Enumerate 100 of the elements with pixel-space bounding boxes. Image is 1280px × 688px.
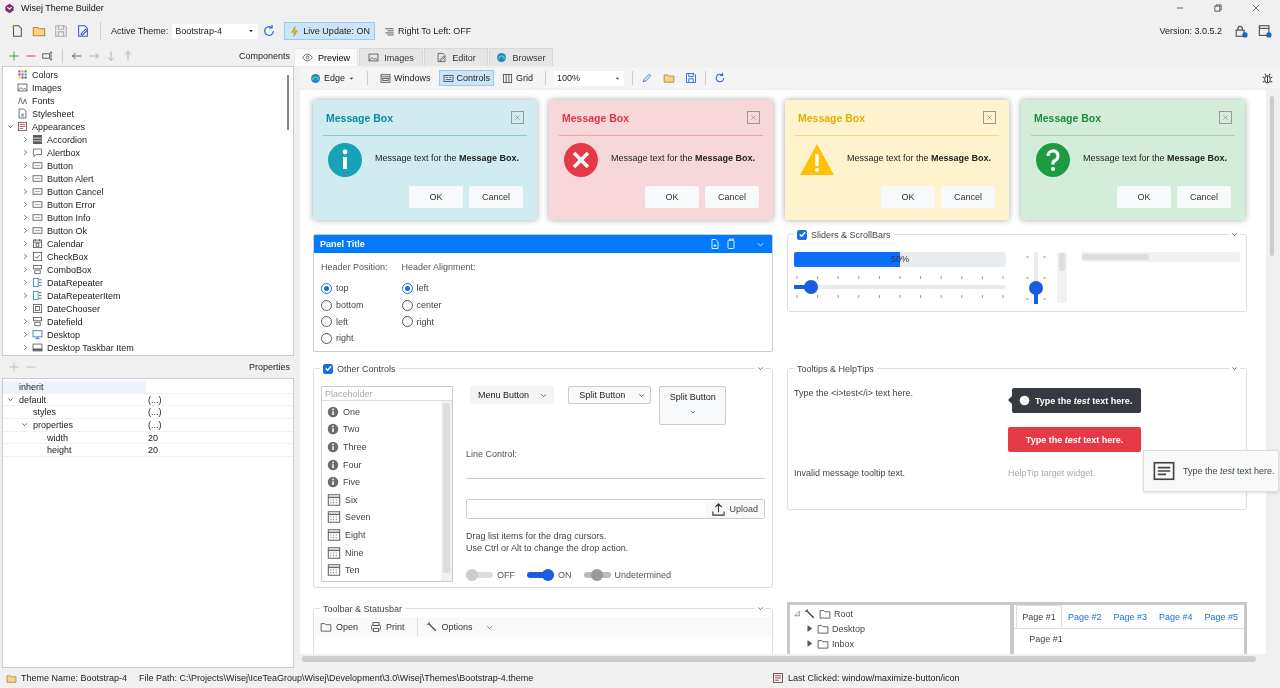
upload-field[interactable]: Upload xyxy=(466,499,765,519)
slider[interactable] xyxy=(794,275,1006,299)
tree-item[interactable]: Desktop xyxy=(32,329,81,340)
menu-button[interactable]: Menu Button xyxy=(470,386,555,404)
theme-dropdown[interactable]: Bootstrap-4 xyxy=(172,23,259,39)
toolbar-button[interactable]: Open xyxy=(320,621,365,633)
list-item[interactable]: Seven xyxy=(322,508,442,527)
chevron-icon[interactable] xyxy=(21,343,30,352)
list-item[interactable]: Six xyxy=(322,490,442,509)
close-icon[interactable] xyxy=(1251,3,1261,13)
vertical-slider[interactable] xyxy=(1024,252,1048,304)
tree-item[interactable]: Inbox xyxy=(817,636,855,651)
list-box[interactable]: Placeholder One Two Three Four Five Six Seven Eight Nine Ten xyxy=(321,386,454,582)
tree-item[interactable]: Accordion xyxy=(32,134,88,145)
property-name[interactable]: width xyxy=(3,431,146,444)
save-icon[interactable] xyxy=(54,24,68,38)
checkbox[interactable] xyxy=(323,363,333,374)
toggle-switch[interactable] xyxy=(527,569,555,581)
refresh-icon[interactable] xyxy=(262,24,277,38)
property-name[interactable]: styles xyxy=(3,406,146,419)
tree-item[interactable]: Button xyxy=(32,160,74,171)
view-button[interactable]: Controls xyxy=(438,70,495,86)
tab[interactable]: Page #1 xyxy=(1016,605,1062,628)
tree-item[interactable]: ComboBox xyxy=(32,264,92,275)
slider-thumb[interactable] xyxy=(1029,281,1043,296)
folder-icon[interactable] xyxy=(32,24,46,38)
folder-icon[interactable] xyxy=(663,72,676,84)
tree-item[interactable]: Fonts xyxy=(17,95,55,106)
cancel-button[interactable]: Cancel xyxy=(1177,186,1231,208)
copy-icon[interactable] xyxy=(725,238,737,250)
new-file-icon[interactable] xyxy=(10,24,24,38)
tree-item[interactable]: Button Error xyxy=(32,199,96,210)
chevron-icon[interactable] xyxy=(21,226,30,235)
close-button[interactable] xyxy=(983,111,996,124)
pen-icon[interactable] xyxy=(641,72,654,84)
tree-item[interactable]: Button Alert xyxy=(32,173,94,184)
chevron-icon[interactable] xyxy=(21,330,30,339)
tree-item[interactable]: Desktop Taskbar Item xyxy=(32,342,134,353)
property-name[interactable]: default xyxy=(3,393,146,406)
scrollbar[interactable] xyxy=(1081,252,1240,262)
tree-item[interactable]: Images xyxy=(17,82,62,93)
close-button[interactable] xyxy=(1219,111,1232,124)
tree-item[interactable]: Stylesheet xyxy=(17,108,75,119)
save-icon[interactable] xyxy=(685,72,698,84)
bug-icon[interactable] xyxy=(1261,71,1274,85)
zoom-dropdown[interactable]: 100% xyxy=(554,70,625,86)
list-item[interactable]: Two xyxy=(322,420,442,439)
close-button[interactable] xyxy=(511,111,524,124)
triangle-icon[interactable] xyxy=(805,639,814,648)
list-item[interactable]: Three xyxy=(322,438,442,456)
restore-icon[interactable] xyxy=(1213,3,1223,13)
toggle-switch[interactable] xyxy=(466,569,494,581)
filter-field[interactable]: Placeholder xyxy=(322,387,453,401)
chevron-icon[interactable] xyxy=(21,252,30,261)
scrollbar[interactable] xyxy=(441,401,453,581)
tree-item[interactable]: Button Cancel xyxy=(32,186,104,197)
lock-icon[interactable] xyxy=(1234,24,1248,38)
list-item[interactable]: Four xyxy=(322,455,442,474)
chevron-icon[interactable] xyxy=(21,161,30,170)
chevron-icon[interactable] xyxy=(21,317,30,326)
toolbar-button[interactable]: Options xyxy=(425,621,500,633)
property-name[interactable]: height xyxy=(3,444,146,457)
ok-button[interactable]: OK xyxy=(645,186,699,208)
chevron-icon[interactable] xyxy=(21,148,30,157)
tab[interactable]: Page #3 xyxy=(1107,605,1153,628)
add-icon[interactable] xyxy=(8,50,20,62)
tree-item[interactable]: DataRepeaterItem xyxy=(32,290,121,301)
tree-item[interactable]: Colors xyxy=(17,69,58,80)
browser-dropdown[interactable]: Edge xyxy=(306,70,360,86)
chevron-icon[interactable] xyxy=(21,187,30,196)
tree-item[interactable]: Calendar xyxy=(32,238,84,249)
chevron-icon[interactable] xyxy=(21,304,30,313)
chevron-icon[interactable] xyxy=(21,200,30,209)
list-item[interactable]: Nine xyxy=(322,543,442,562)
list-item[interactable]: One xyxy=(322,403,442,421)
toggle-button[interactable]: Right To Left: OFF xyxy=(378,22,477,40)
edit-icon[interactable] xyxy=(76,24,90,38)
view-button[interactable]: Windows xyxy=(376,70,435,86)
tree-item[interactable]: DataRepeater xyxy=(32,277,104,288)
ok-button[interactable]: OK xyxy=(881,186,935,208)
view-button[interactable]: Grid xyxy=(498,70,538,86)
ok-button[interactable]: OK xyxy=(1117,186,1171,208)
scrollbar[interactable] xyxy=(1057,252,1067,303)
tree-item[interactable]: Appearances xyxy=(17,121,86,132)
ok-button[interactable]: OK xyxy=(409,186,463,208)
toggle-button[interactable]: Live Update: ON xyxy=(284,22,375,40)
rename-icon[interactable] xyxy=(42,50,54,62)
tree-item[interactable]: Datefield xyxy=(32,316,83,327)
tree-item[interactable]: Root xyxy=(819,606,853,621)
chevron-icon[interactable] xyxy=(6,122,15,131)
chevron-icon[interactable] xyxy=(21,265,30,274)
window-icon[interactable] xyxy=(1258,24,1272,38)
triangle-icon[interactable] xyxy=(805,624,814,633)
chevron-icon[interactable] xyxy=(21,278,30,287)
cancel-button[interactable]: Cancel xyxy=(941,186,995,208)
cancel-button[interactable]: Cancel xyxy=(705,186,759,208)
property-name[interactable]: properties xyxy=(3,419,146,431)
tab[interactable]: Preview xyxy=(294,48,358,66)
refresh-icon[interactable] xyxy=(714,72,727,84)
toggle-switch[interactable] xyxy=(583,569,611,581)
